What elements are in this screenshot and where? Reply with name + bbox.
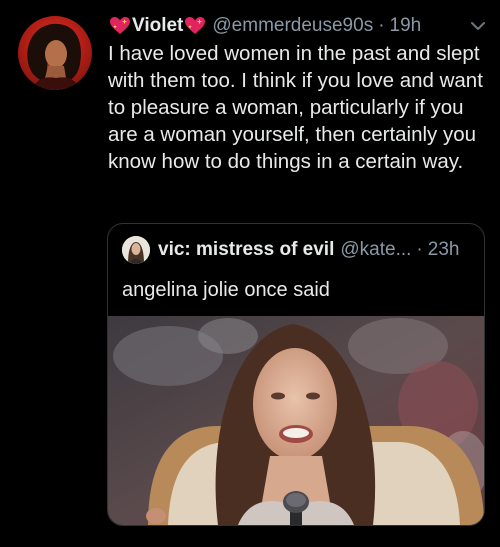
quoted-tweet-image[interactable] <box>108 316 484 525</box>
quoted-user-handle[interactable]: @kate... <box>340 239 411 261</box>
chevron-down-icon[interactable] <box>468 16 488 36</box>
quoted-avatar[interactable] <box>122 236 150 264</box>
tweet[interactable]: Violet @emmerdeuse90s · 19h I have loved… <box>0 0 500 547</box>
display-name[interactable]: Violet <box>108 15 207 37</box>
avatar[interactable] <box>18 16 92 90</box>
separator-dot: · <box>416 239 423 260</box>
timestamp[interactable]: 19h <box>390 15 422 37</box>
user-handle[interactable]: @emmerdeuse90s <box>212 15 373 37</box>
display-name-text: Violet <box>132 15 184 36</box>
tweet-header: Violet @emmerdeuse90s · 19h <box>108 13 488 39</box>
sparkling-heart-icon <box>184 16 206 36</box>
quoted-timestamp[interactable]: 23h <box>428 239 460 261</box>
quoted-display-name[interactable]: vic: mistress of evil <box>158 239 334 261</box>
quoted-tweet[interactable]: vic: mistress of evil @kate... · 23h ang… <box>107 223 485 526</box>
sparkling-heart-icon <box>109 16 131 36</box>
quoted-tweet-text: angelina jolie once said <box>122 279 330 301</box>
quoted-tweet-header: vic: mistress of evil @kate... · 23h <box>122 236 459 264</box>
tweet-text: I have loved women in the past and slept… <box>108 42 483 173</box>
separator-dot: · <box>378 15 385 36</box>
